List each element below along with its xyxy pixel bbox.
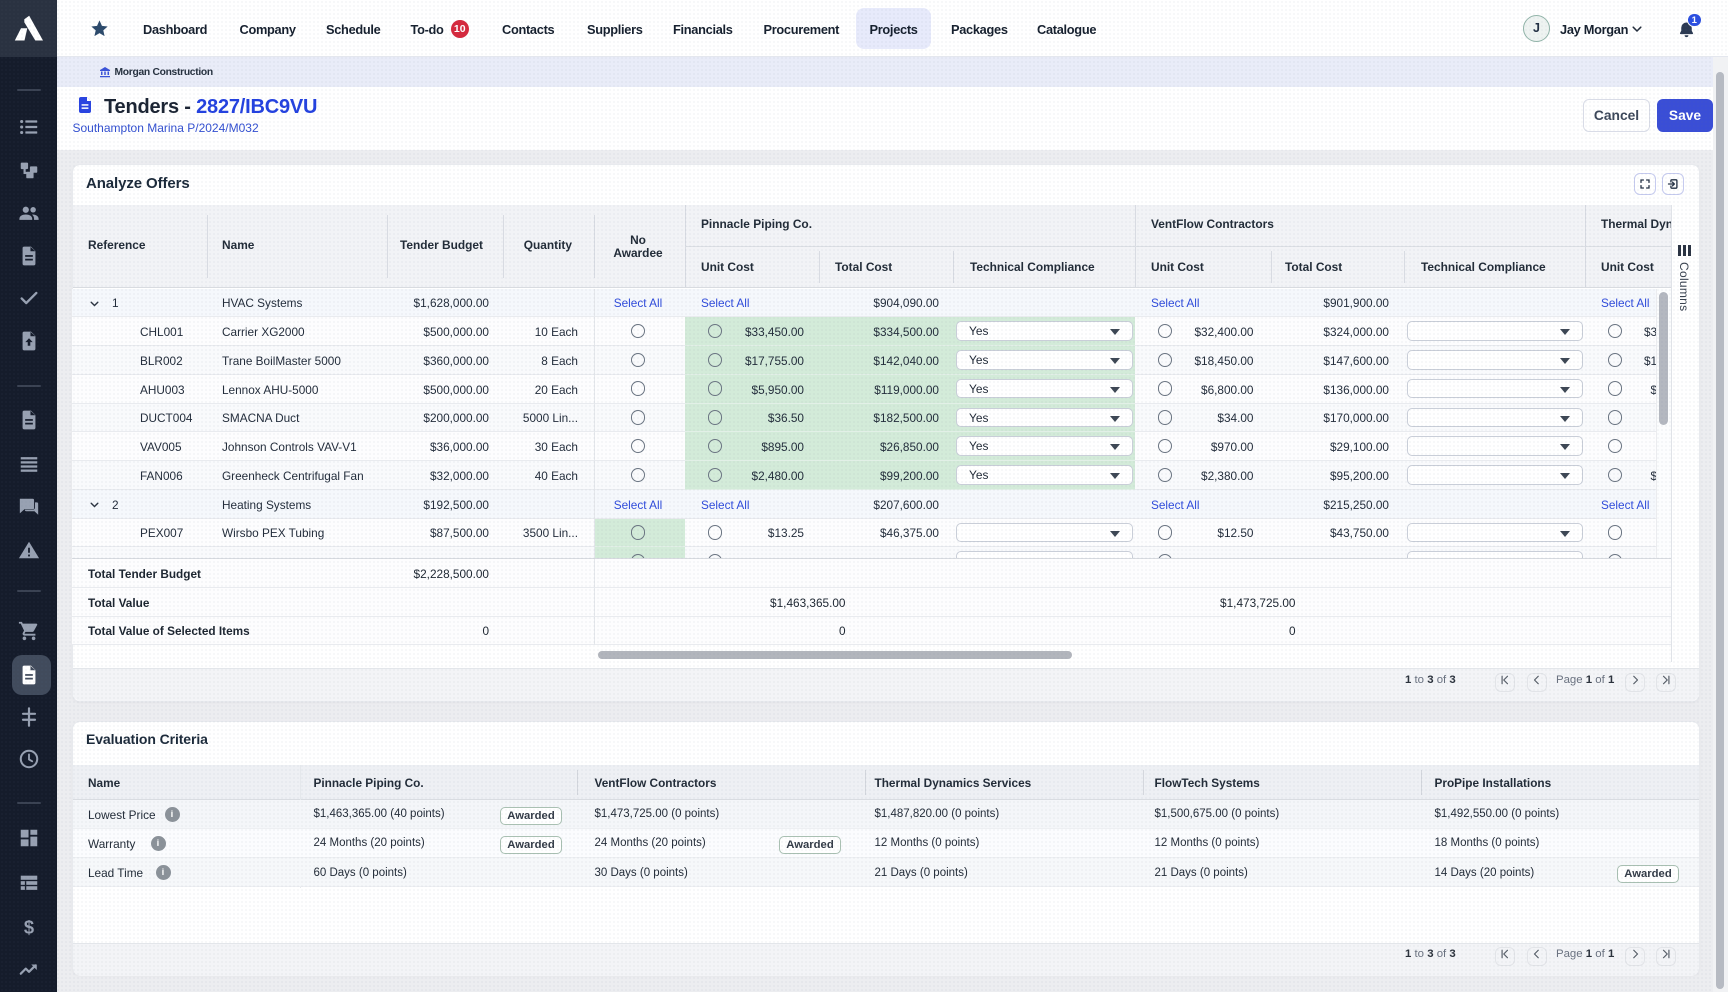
svg-text:$: $: [23, 916, 33, 937]
